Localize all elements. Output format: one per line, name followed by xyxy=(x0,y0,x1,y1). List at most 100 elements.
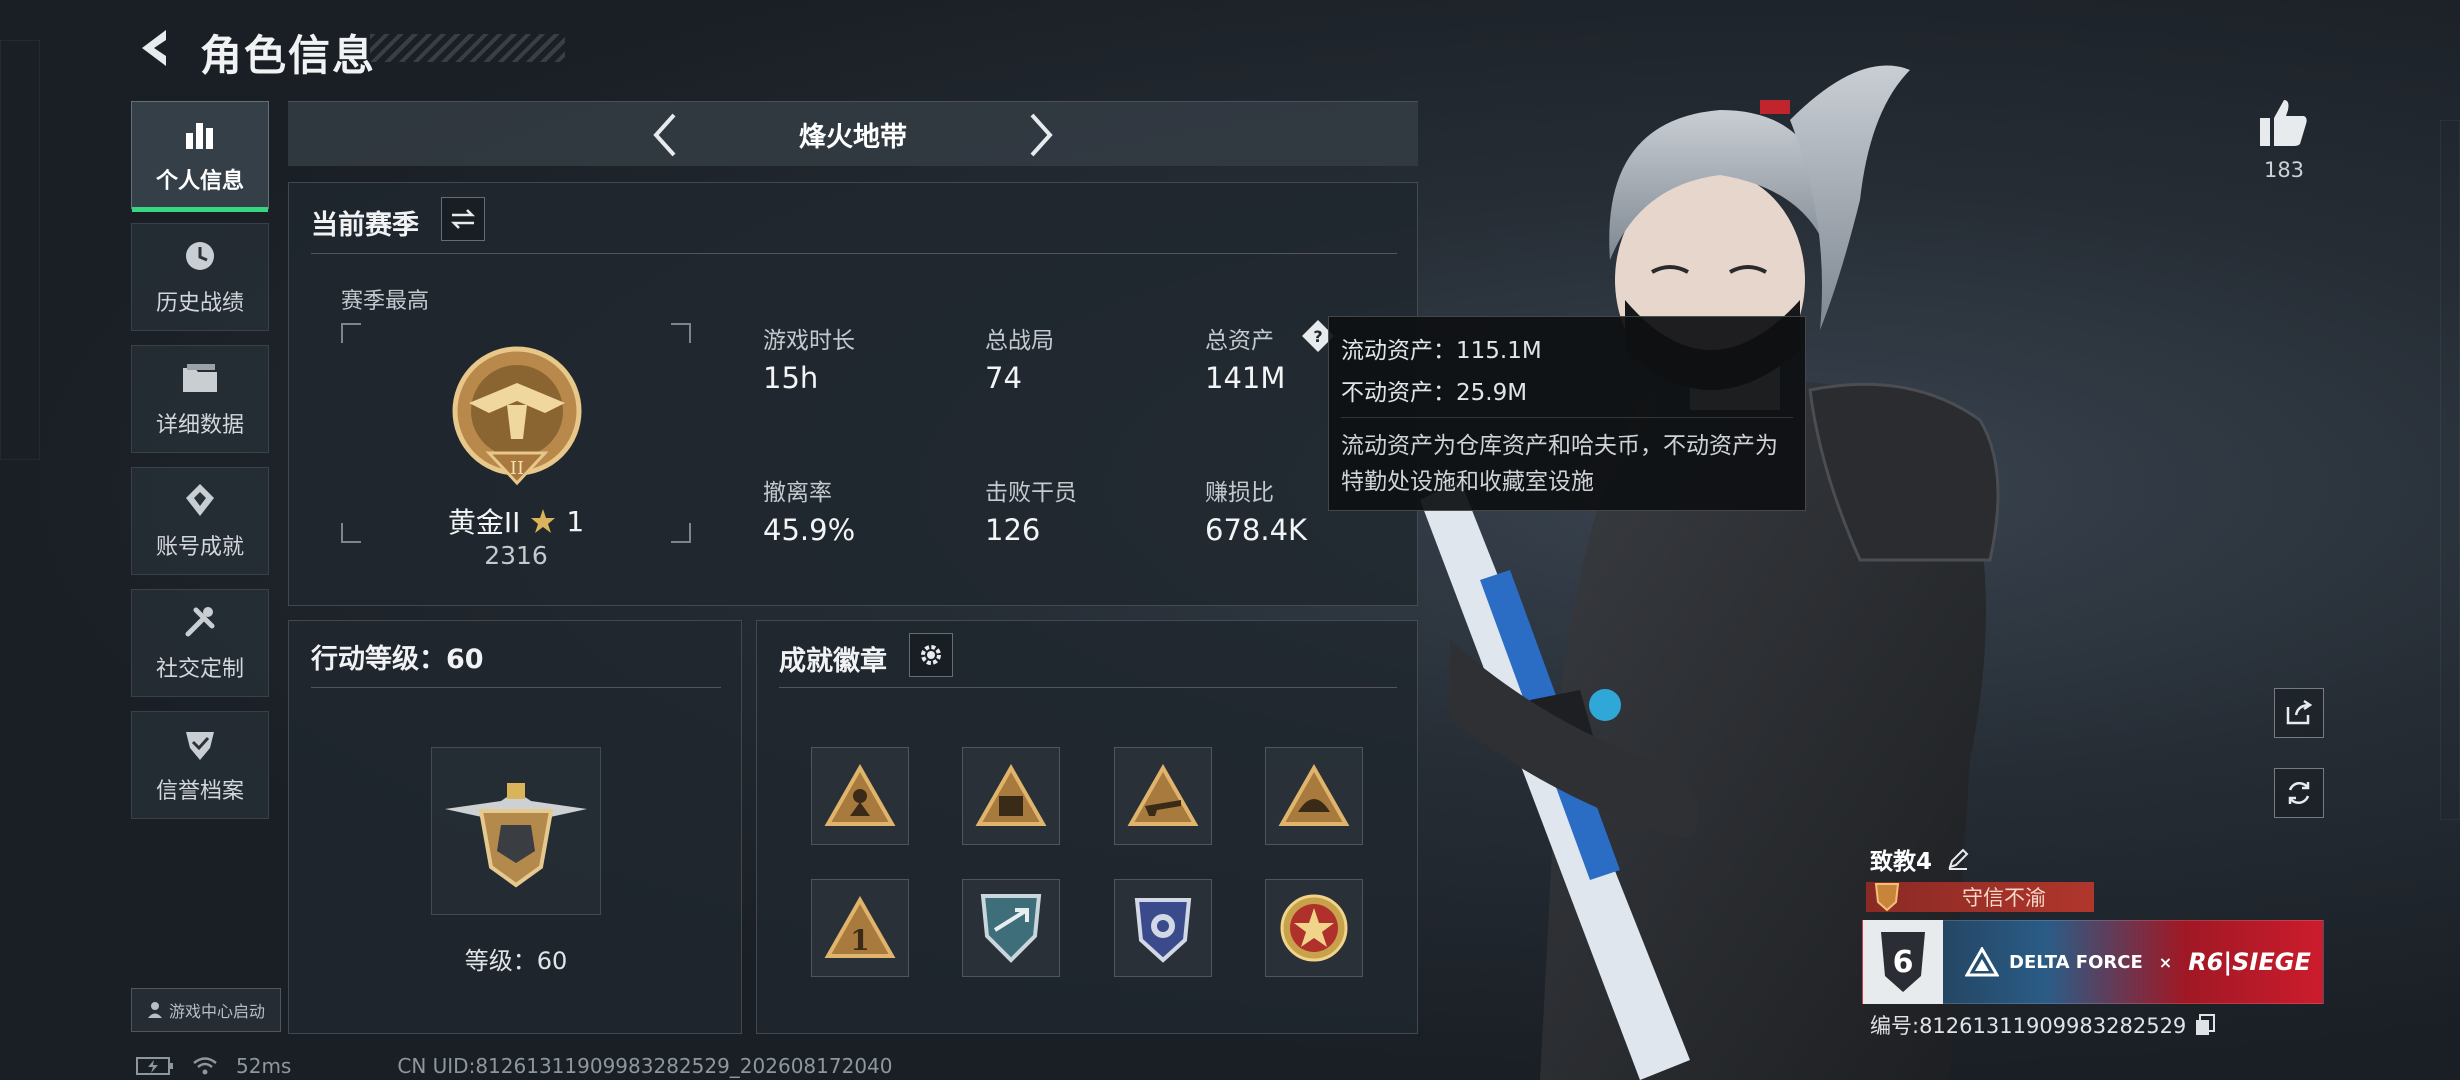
level-title: 行动等级：60 xyxy=(311,644,484,675)
back-button[interactable] xyxy=(128,20,184,76)
banner-brands: DELTA FORCE × R6|SIEGE xyxy=(1965,947,2311,977)
player-uid: 编号:8126131190998328252​9 xyxy=(1870,1010,2216,1040)
stat-label: 赚损比 xyxy=(1205,480,1274,506)
delta-force-logo-icon xyxy=(1965,947,1999,977)
collab-banner: 6 DELTA FORCE × R6|SIEGE xyxy=(1862,920,2324,1004)
cn-uid: CN UID:8126131190998328252​9_20260817204… xyxy=(397,1054,893,1078)
back-arrow-icon xyxy=(142,30,166,66)
badge-star-emblem-icon[interactable] xyxy=(1265,879,1363,977)
reputation-label: 守信不渝 xyxy=(1962,886,2046,910)
stat-label: 总资产 xyxy=(1205,328,1274,354)
badge-triangle-number-one-icon[interactable]: 1 xyxy=(811,879,909,977)
chevron-left-icon xyxy=(653,113,676,157)
sidebar-item-reputation[interactable]: 信誉档案 xyxy=(131,711,269,819)
edit-pencil-icon[interactable] xyxy=(1946,847,1970,871)
badge-triangle-crate-icon[interactable] xyxy=(962,747,1060,845)
divider xyxy=(311,253,1397,254)
share-icon xyxy=(2286,699,2313,725)
badge-triangle-helmet-icon[interactable] xyxy=(1265,747,1363,845)
switch-season-button[interactable] xyxy=(441,197,485,241)
level-label: 等级：60 xyxy=(464,947,568,975)
season-title: 当前赛季 xyxy=(311,210,419,241)
grid-decoration xyxy=(0,40,40,460)
operator-character-illustration xyxy=(1420,65,2000,1080)
badges-title: 成就徽章 xyxy=(779,646,887,677)
badges-panel: 成就徽章 1 xyxy=(756,620,1418,1034)
badge-police-shield-icon[interactable] xyxy=(1114,879,1212,977)
sidebar-item-detailed-data[interactable]: 详细数据 xyxy=(131,345,269,453)
sidebar-item-achievements[interactable]: 账号成就 xyxy=(131,467,269,575)
badge-triangle-figure-icon[interactable] xyxy=(811,747,909,845)
swap-arrows-icon xyxy=(450,209,476,229)
sidebar-item-label: 个人信息 xyxy=(155,169,244,194)
player-uid-text: 编号:8126131190998328252​9 xyxy=(1870,1014,2187,1038)
badge-shield-arrows-icon[interactable] xyxy=(962,879,1060,977)
tooltip-liquid-assets: 流动资产：115.1M xyxy=(1341,338,1542,364)
badge-settings-button[interactable] xyxy=(909,633,953,677)
launch-label: 游戏中心启动 xyxy=(168,1002,265,1021)
like-count: 183 xyxy=(2263,158,2305,182)
sidebar-item-label: 账号成就 xyxy=(155,535,244,560)
gold-rank-medal-icon: II xyxy=(452,346,582,486)
status-bar: 52ms CN UID:8126131190998328252​9_202608… xyxy=(136,1054,893,1078)
stat-label: 撤离率 xyxy=(763,480,832,506)
user-icon xyxy=(147,1002,162,1018)
page-title: 角色信息 xyxy=(200,31,377,80)
grid-decoration xyxy=(2440,120,2460,820)
rank-six-emblem: 6 xyxy=(1863,920,1943,1004)
reputation-badge-icon xyxy=(1874,883,1900,912)
stat-label: 击败干员 xyxy=(985,480,1077,506)
mode-next-button[interactable] xyxy=(1016,110,1066,160)
star-icon xyxy=(531,509,556,533)
wrench-icon xyxy=(180,603,220,641)
history-clock-icon xyxy=(180,237,220,275)
player-name: 致教4 xyxy=(1870,842,1970,876)
stat-value: 141M xyxy=(1205,361,1286,395)
refresh-button[interactable] xyxy=(2274,768,2324,818)
sidebar-item-personal-info[interactable]: 个人信息 xyxy=(131,101,269,212)
gear-icon xyxy=(921,645,941,665)
stat-label: 总战局 xyxy=(985,328,1054,354)
folder-icon xyxy=(180,359,220,397)
stat-value: 15h xyxy=(763,361,819,395)
stat-value: 45.9% xyxy=(763,513,856,547)
sidebar-item-label: 信誉档案 xyxy=(155,779,244,804)
like-button[interactable] xyxy=(2256,96,2312,152)
rank-stars: 1 xyxy=(566,504,585,538)
banner-collab: R6|SIEGE xyxy=(2188,948,2311,976)
refresh-icon xyxy=(2288,781,2310,805)
divider xyxy=(1341,417,1793,418)
tooltip-description: 流动资产为仓库资产和哈夫币，不动资产为特勤处设施和收藏室设施 xyxy=(1341,433,1778,495)
player-name-text: 致教4 xyxy=(1870,849,1933,875)
stat-value: 74 xyxy=(985,361,1022,395)
rank-label: 黄金II 1 xyxy=(341,501,691,541)
season-panel: 当前赛季 赛季最高 II 黄金II 1 2316 游戏时长 15h 总战局 74… xyxy=(288,182,1418,606)
level-emblem-frame xyxy=(431,747,601,915)
banner-brand: DELTA FORCE xyxy=(2009,951,2143,973)
stat-value: 126 xyxy=(985,513,1041,547)
game-center-launch-button[interactable]: 游戏中心启动 xyxy=(131,988,281,1032)
banner-x: × xyxy=(2158,952,2173,972)
mode-prev-button[interactable] xyxy=(640,110,690,160)
bar-chart-icon xyxy=(180,115,220,153)
chevron-right-icon xyxy=(1030,113,1053,157)
stat-value: 678.4K xyxy=(1205,513,1308,547)
reputation-bar: 守信不渝 xyxy=(1866,882,2094,912)
svg-text:II: II xyxy=(510,458,524,479)
copy-icon[interactable] xyxy=(2194,1013,2216,1037)
sidebar-item-label: 社交定制 xyxy=(155,657,244,682)
battery-icon xyxy=(136,1057,173,1075)
thumbs-up-icon xyxy=(2260,100,2307,146)
svg-text:1: 1 xyxy=(850,924,869,957)
badge-triangle-gun-icon[interactable] xyxy=(1114,747,1212,845)
ping-value: 52ms xyxy=(236,1054,292,1078)
sidebar-item-label: 详细数据 xyxy=(155,413,244,438)
sidebar-item-social[interactable]: 社交定制 xyxy=(131,589,269,697)
divider xyxy=(779,687,1397,688)
mode-selector: 烽火地带 xyxy=(288,101,1418,166)
season-best-label: 赛季最高 xyxy=(341,289,430,314)
share-button[interactable] xyxy=(2274,688,2324,738)
rank-score: 2316 xyxy=(484,541,548,570)
achievement-gem-icon xyxy=(180,481,220,519)
sidebar-item-history[interactable]: 历史战绩 xyxy=(131,223,269,331)
